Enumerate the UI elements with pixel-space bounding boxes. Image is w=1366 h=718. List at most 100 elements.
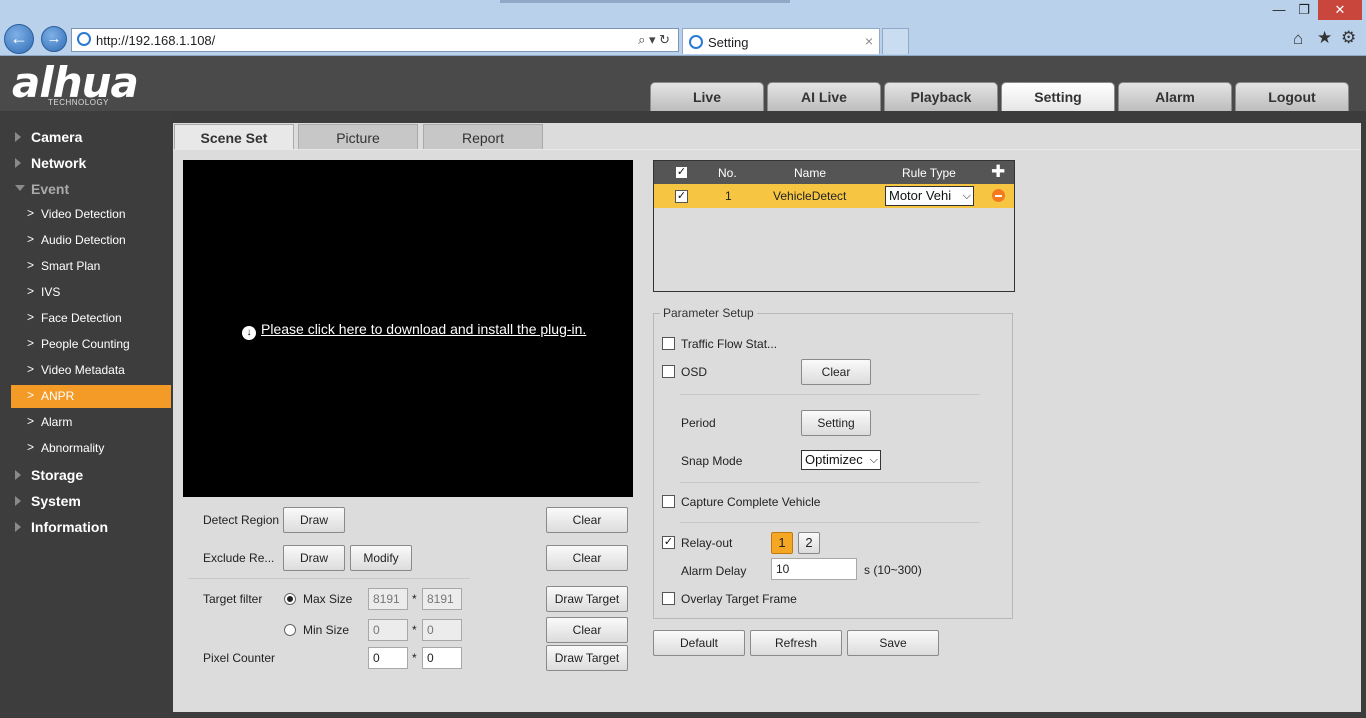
select-all-checkbox[interactable]: ✓ <box>675 166 688 179</box>
sidebar-item-ivs[interactable]: > IVS <box>11 281 171 304</box>
capture-complete-checkbox[interactable] <box>662 495 675 508</box>
tab-live[interactable]: Live <box>650 82 764 111</box>
tab-logout[interactable]: Logout <box>1235 82 1349 111</box>
column-name: Name <box>794 166 827 180</box>
tab-playback[interactable]: Playback <box>884 82 998 111</box>
max-size-height-input[interactable]: 8191 <box>422 588 462 610</box>
sidebar-item-label: Audio Detection <box>41 233 126 247</box>
refresh-button[interactable]: Refresh <box>750 630 842 656</box>
sidebar-item-anpr[interactable]: > ANPR <box>11 385 171 408</box>
plugin-download-link[interactable]: ↓ Please click here to download and insta… <box>242 321 586 340</box>
default-button[interactable]: Default <box>653 630 745 656</box>
address-bar[interactable]: http://192.168.1.108/ ⌕ ▾ ↻ <box>71 28 679 52</box>
favorites-star-icon[interactable]: ★ <box>1317 28 1332 48</box>
sidebar-item-video-metadata[interactable]: > Video Metadata <box>11 359 171 382</box>
browser-tab-title: Setting <box>708 35 749 50</box>
chevron-right-icon: > <box>27 258 35 272</box>
sidebar-section-information[interactable]: Information <box>31 519 108 535</box>
min-size-radio[interactable] <box>284 624 296 636</box>
delete-rule-icon[interactable] <box>992 189 1005 202</box>
osd-clear-button[interactable]: Clear <box>801 359 871 385</box>
min-size-label: Min Size <box>303 623 350 637</box>
rule-row-checkbox[interactable]: ✓ <box>675 190 688 203</box>
tab-setting[interactable]: Setting <box>1001 82 1115 111</box>
sidebar-item-video-detection[interactable]: > Video Detection <box>11 203 171 226</box>
sidebar-item-people-counting[interactable]: > People Counting <box>11 333 171 356</box>
overlay-target-label: Overlay Target Frame <box>681 592 797 606</box>
exclude-region-draw-button[interactable]: Draw <box>283 545 345 571</box>
sidebar-item-label: Face Detection <box>41 311 122 325</box>
subtab-report[interactable]: Report <box>423 124 543 150</box>
snap-mode-select[interactable]: Optimizec ⌵ <box>801 450 881 470</box>
detect-region-draw-button[interactable]: Draw <box>283 507 345 533</box>
rule-type-value: Motor Vehi <box>889 188 952 203</box>
sidebar-item-audio-detection[interactable]: > Audio Detection <box>11 229 171 252</box>
min-size-height-input[interactable]: 0 <box>422 619 462 641</box>
subtab-picture[interactable]: Picture <box>298 124 418 150</box>
draw-target-button[interactable]: Draw Target <box>546 586 628 612</box>
add-rule-icon[interactable]: ✚ <box>991 162 1005 182</box>
expanded-arrow-icon <box>15 185 25 191</box>
sidebar-section-network[interactable]: Network <box>31 155 86 171</box>
sidebar-item-label: IVS <box>41 285 61 299</box>
relay-out-checkbox[interactable]: ✓ <box>662 536 675 549</box>
exclude-region-clear-button[interactable]: Clear <box>546 545 628 571</box>
home-icon[interactable]: ⌂ <box>1293 29 1303 49</box>
relay-2-button[interactable]: 2 <box>798 532 820 554</box>
chevron-right-icon: > <box>27 206 35 220</box>
save-button[interactable]: Save <box>847 630 939 656</box>
sidebar-section-storage[interactable]: Storage <box>31 467 83 483</box>
alarm-delay-unit: s (10~300) <box>864 563 922 577</box>
sidebar-item-face-detection[interactable]: > Face Detection <box>11 307 171 330</box>
subtab-scene-set[interactable]: Scene Set <box>174 124 294 150</box>
restore-icon[interactable]: ❐ <box>1293 0 1315 20</box>
chevron-down-icon: ⌵ <box>869 454 878 466</box>
min-size-width-input[interactable]: 0 <box>368 619 408 641</box>
pixel-counter-height-input[interactable]: 0 <box>422 647 462 669</box>
minimize-icon[interactable]: — <box>1268 0 1290 20</box>
traffic-flow-checkbox[interactable] <box>662 337 675 350</box>
sidebar-section-system[interactable]: System <box>31 493 81 509</box>
overlay-target-checkbox[interactable] <box>662 592 675 605</box>
close-tab-icon[interactable]: × <box>865 33 873 49</box>
rule-type-select[interactable]: Motor Vehi ⌵ <box>885 186 974 206</box>
sidebar-section-event[interactable]: Event <box>31 181 69 197</box>
sidebar-item-abnormality[interactable]: > Abnormality <box>11 437 171 460</box>
table-row[interactable]: ✓ 1 VehicleDetect Motor Vehi ⌵ <box>654 184 1014 208</box>
osd-checkbox[interactable] <box>662 365 675 378</box>
chevron-right-icon: > <box>27 336 35 350</box>
sidebar-item-label: Alarm <box>41 415 73 429</box>
period-setting-button[interactable]: Setting <box>801 410 871 436</box>
sidebar-section-camera[interactable]: Camera <box>31 129 82 145</box>
tab-ai-live[interactable]: AI Live <box>767 82 881 111</box>
max-size-label: Max Size <box>303 592 353 606</box>
pixel-counter-width-input[interactable]: 0 <box>368 647 408 669</box>
back-icon[interactable]: ← <box>4 24 34 54</box>
times-sign: * <box>412 651 417 665</box>
osd-label: OSD <box>681 365 708 379</box>
pixel-counter-draw-target-button[interactable]: Draw Target <box>546 645 628 671</box>
sidebar-item-label: Smart Plan <box>41 259 101 273</box>
column-no: No. <box>718 166 737 180</box>
sidebar-item-smart-plan[interactable]: > Smart Plan <box>11 255 171 278</box>
close-window-icon[interactable]: ✕ <box>1318 0 1362 20</box>
sidebar-item-alarm[interactable]: > Alarm <box>11 411 171 434</box>
search-refresh-icons[interactable]: ⌕ ▾ ↻ <box>638 32 670 48</box>
download-icon: ↓ <box>242 326 256 340</box>
exclude-region-modify-button[interactable]: Modify <box>350 545 412 571</box>
new-tab-button[interactable] <box>882 28 909 54</box>
sidebar-item-label: Abnormality <box>41 441 105 455</box>
relay-1-button[interactable]: 1 <box>771 532 793 554</box>
exclude-region-label: Exclude Re... <box>203 551 275 565</box>
target-clear-button[interactable]: Clear <box>546 617 628 643</box>
ie-tab-icon <box>689 35 703 49</box>
alarm-delay-input[interactable]: 10 <box>771 558 857 580</box>
tab-alarm[interactable]: Alarm <box>1118 82 1232 111</box>
max-size-radio[interactable] <box>284 593 296 605</box>
max-size-width-input[interactable]: 8191 <box>368 588 408 610</box>
gear-icon[interactable]: ⚙ <box>1341 28 1356 48</box>
forward-icon[interactable]: → <box>41 26 67 52</box>
chevron-down-icon: ⌵ <box>962 190 971 202</box>
browser-tab-setting[interactable]: Setting × <box>682 28 880 54</box>
detect-region-clear-button[interactable]: Clear <box>546 507 628 533</box>
